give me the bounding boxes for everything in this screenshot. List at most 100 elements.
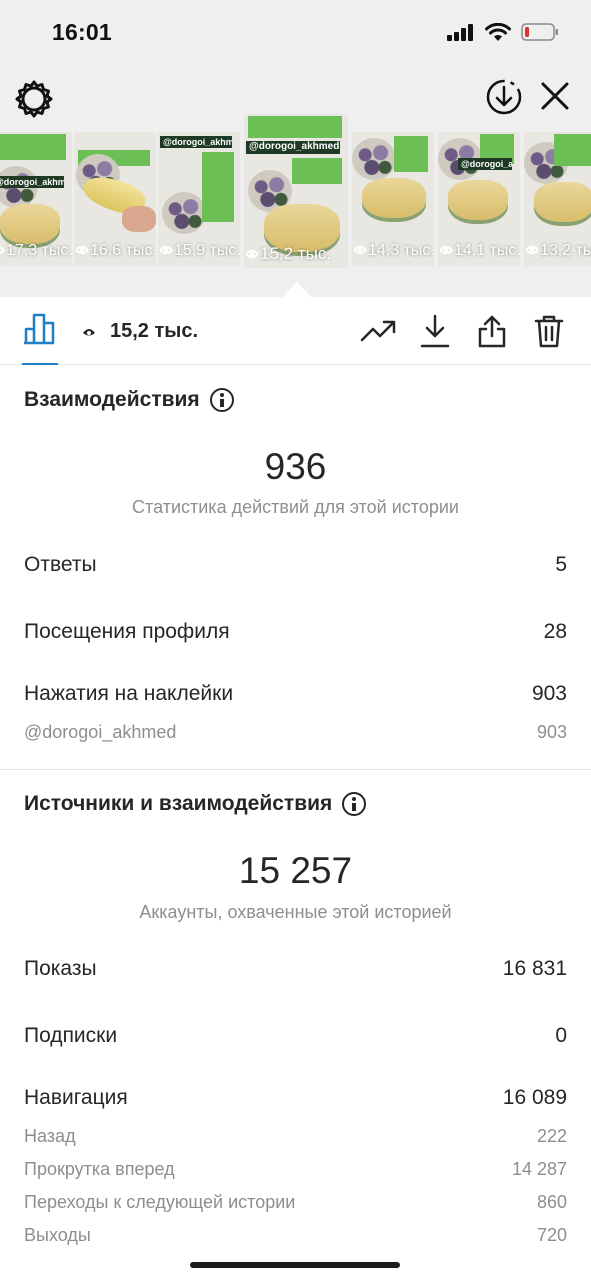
story-text-sticker [292,158,342,184]
story-photo-hand [122,206,156,232]
mention-sticker: @dorogoi_akhmed [160,136,232,148]
eye-icon [0,246,4,254]
info-icon[interactable] [209,388,234,412]
selected-story-pointer [283,282,311,297]
story-thumbnail-selected[interactable]: @dorogoi_akhmed 15,2 тыс. [244,114,348,268]
info-icon[interactable] [342,792,367,816]
stat-label: Переходы к следующей истории [24,1192,296,1212]
discovery-caption: Аккаунты, охваченные этой историей [139,902,452,922]
mention-sticker: @dorogoi_akhmed [246,141,340,154]
stat-label: Навигация [24,1086,128,1109]
download-button[interactable] [417,313,453,349]
reach-summary: 15,2 тыс. [82,320,198,343]
stat-label: Выходы [24,1225,91,1245]
stat-subrow: Переходы к следующей истории 860 [24,1192,567,1213]
stat-value: 5 [555,553,567,576]
story-views-value: 14,1 тыс. [454,242,520,259]
stat-label: Ответы [24,553,97,576]
eye-icon [246,250,258,258]
stat-value: 28 [543,620,567,643]
stat-row: Нажатия на наклейки 903 [24,682,567,706]
stat-value: 16 089 [502,1086,567,1109]
trash-icon [534,315,564,348]
story-thumbnail[interactable]: 14,3 тыс. [352,132,434,266]
stat-value: 903 [531,682,567,705]
insights-toolbar: 15,2 тыс. [0,297,591,365]
story-views: 16,6 тыс. [76,242,156,260]
home-indicator[interactable] [190,1262,400,1268]
story-photo-food [448,180,508,220]
story-text-sticker [394,136,428,172]
interactions-total: 936 [264,446,327,487]
stat-subrow: Назад 222 [24,1126,567,1147]
reach-value: 15,2 тыс. [110,320,199,342]
stat-value: 720 [536,1225,567,1245]
discovery-title: Источники и взаимодействия [24,792,367,816]
story-views: 14,3 тыс. [354,242,434,260]
delete-button[interactable] [531,313,567,349]
eye-icon [354,246,366,254]
discovery-total: 15 257 [238,850,353,891]
story-views-value: 15,2 тыс. [260,244,332,263]
share-button[interactable] [474,313,510,349]
story-views: 14,1 тыс. [440,242,520,260]
eye-icon [526,246,538,254]
interactions-title: Взаимодействия [24,388,234,412]
close-button[interactable] [539,80,571,117]
story-photo [352,138,396,180]
stat-subrow: @dorogoi_akhmed 903 [24,722,567,743]
stat-row: Навигация 16 089 [24,1086,567,1110]
stat-row: Подписки 0 [24,1024,567,1048]
status-icons [447,22,559,42]
stat-label: Прокрутка вперед [24,1159,175,1179]
eye-icon [160,246,172,254]
story-views-value: 15,9 тыс. [174,242,240,259]
story-views: 17,3 тыс. [0,242,72,260]
story-views-value: 14,3 тыс. [368,242,434,259]
signal-icon [447,24,473,41]
status-time: 16:01 [52,19,112,45]
stat-value: 903 [536,722,567,742]
story-views: 15,2 тыс. [246,244,331,264]
eye-icon [76,246,88,254]
stat-label: @dorogoi_akhmed [24,722,177,742]
story-views-value: 13,2 тыс. [540,242,591,259]
story-thumbnail[interactable]: @dorogoi_akhmed 17,3 тыс. [0,132,72,266]
battery-icon [521,23,558,41]
story-text-sticker [248,116,342,138]
story-views: 15,9 тыс. [160,242,240,260]
story-views-value: 16,6 тыс. [90,242,156,259]
story-thumbnail[interactable]: @dorogoi_akhmed 14,1 тыс. [438,132,520,266]
download-circle-icon [486,79,522,115]
story-thumbnail[interactable]: 16,6 тыс. [74,132,156,266]
stat-value: 860 [536,1192,567,1212]
download-icon [420,314,450,348]
promote-button[interactable] [360,313,396,349]
stories-strip: @dorogoi_akhmed 17,3 тыс. 16,6 тыс. @dor… [0,114,591,274]
wifi-icon [485,22,511,41]
close-icon [541,82,569,110]
story-thumbnail[interactable]: @dorogoi_akhmed 15,9 тыс. [158,132,240,266]
discovery-title-text: Источники и взаимодействия [24,792,333,815]
gear-icon [15,80,53,118]
stat-row: Посещения профиля 28 [24,620,567,644]
stat-subrow: Выходы 720 [24,1225,567,1246]
stat-value: 16 831 [502,957,567,980]
stat-value: 222 [536,1126,567,1146]
trend-icon [360,320,396,342]
interactions-caption: Статистика действий для этой истории [132,497,459,517]
story-views: 13,2 тыс. [526,242,591,260]
tab-insights[interactable] [22,311,58,365]
story-views-value: 17,3 тыс. [6,242,72,259]
stat-row: Ответы 5 [24,553,567,577]
story-photo-food [0,204,60,244]
status-bar: 16:01 [0,0,591,64]
story-thumbnail[interactable]: 13,2 тыс. [524,132,591,266]
eye-icon [440,246,452,254]
stat-label: Показы [24,957,97,980]
stat-value: 14 287 [511,1159,567,1179]
eye-icon [83,328,95,335]
stat-subrow: Прокрутка вперед 14 287 [24,1159,567,1180]
stat-label: Посещения профиля [24,620,230,643]
story-photo [162,192,206,234]
